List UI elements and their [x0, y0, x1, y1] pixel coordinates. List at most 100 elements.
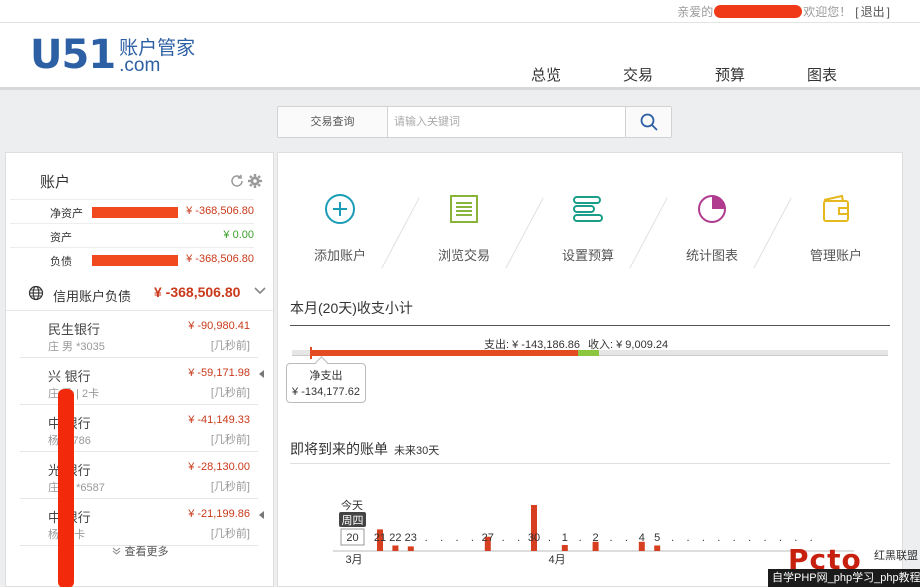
day-tick-label: . [609, 532, 612, 544]
account-amount: ¥ -21,199.86 [188, 508, 250, 520]
day-tick-label: . [686, 532, 689, 544]
bill-bar [654, 545, 661, 551]
day-tick-label: 30 [528, 532, 540, 544]
day-tick-label: . [748, 532, 751, 544]
page-body: 交易查询 账户 [0, 90, 920, 587]
credit-label: 信用账户负债 [53, 289, 132, 304]
day-tick-label: 4 [639, 532, 645, 544]
account-item[interactable]: 中 银行 杨 *2786 ¥ -41,149.33 [几秒前] [20, 405, 258, 452]
monthly-summary-title: 本月(20天)收支小计 [290, 300, 413, 316]
watermark-strip: 自学PHP网_php学习_php教程 [768, 569, 920, 587]
pie-chart-icon [698, 195, 726, 223]
search-bar: 交易查询 [277, 106, 672, 138]
bank-name: 兴 银行 [48, 369, 91, 384]
day-tick-label: 27 [482, 532, 494, 544]
month-label: 4月 [549, 554, 566, 566]
net-expense-label: 净支出 [309, 370, 343, 382]
summary-value: ¥ -368,506.80 [186, 205, 254, 217]
logo-brand: U51 [30, 32, 116, 78]
credit-amount: ¥ -368,506.80 [154, 284, 241, 300]
day-tick-label: . [502, 532, 505, 544]
day-tick-label: . [455, 532, 458, 544]
action-label: 管理账户 [809, 248, 862, 263]
list-icon [450, 195, 478, 223]
summary-label: 负债 [50, 256, 72, 268]
expand-arrow-icon[interactable] [259, 370, 264, 378]
upcoming-bills-title: 即将到来的账单 未来30天 [290, 439, 439, 459]
today-weekday: 周四 [342, 514, 364, 527]
account-item[interactable]: 光 银行 庄 勇 *6587 ¥ -28,130.00 [几秒前] [20, 452, 258, 499]
section-divider [290, 463, 890, 464]
accounts-tools [229, 173, 263, 189]
greeting-suffix: 欢迎您！ [803, 5, 852, 19]
day-tick-label: . [702, 532, 705, 544]
greeting-prefix: 亲爱的 [677, 5, 714, 19]
logo-domain: .com [119, 55, 161, 76]
accounts-title: 账户 [40, 174, 71, 191]
balance-track [292, 347, 888, 359]
day-tick-label: 22 [389, 532, 401, 544]
redacted-username [714, 5, 803, 18]
account-item[interactable]: 兴 银行 庄 勇 | 2卡 ¥ -59,171.98 [几秒前] [20, 358, 264, 405]
user-greeting: 亲爱的 欢迎您！ [退出] [677, 3, 890, 20]
watermark: Pcto 红黑联盟 自学PHP网_php学习_php教程 [768, 543, 920, 587]
search-icon [640, 113, 657, 131]
day-tick-label: . [517, 532, 520, 544]
summary-value: ¥ 0.00 [223, 229, 254, 241]
day-tick-label: . [763, 532, 766, 544]
summary-value: ¥ -368,506.80 [186, 253, 254, 265]
search-type-selector[interactable]: 交易查询 [278, 107, 388, 137]
account-updated: [几秒前] [210, 528, 250, 540]
search-button[interactable] [625, 107, 671, 137]
account-owner: 庄 男 *3035 [48, 341, 105, 353]
bill-bar [392, 545, 399, 551]
bill-bar [531, 505, 537, 551]
section-divider [290, 325, 890, 326]
day-tick-label: . [579, 532, 582, 544]
bill-bar [561, 545, 568, 551]
redacted-bar [92, 207, 178, 218]
logout-label: 退出 [860, 5, 885, 19]
manage-accounts-action[interactable]: 管理账户 [753, 189, 898, 279]
account-amount: ¥ -59,171.98 [188, 367, 250, 379]
net-marker [310, 347, 312, 359]
bank-name: 民生银行 [48, 322, 101, 337]
account-updated: [几秒前] [210, 340, 250, 352]
day-tick-label: 1 [562, 532, 568, 544]
account-item[interactable]: 民生银行 庄 男 *3035 ¥ -90,980.41 [几秒前] [20, 311, 258, 358]
header: U51 账户管家 .com 总览 交易 预算 图表 [0, 22, 920, 92]
redacted-bar [92, 255, 178, 266]
plus-circle-icon [325, 194, 355, 224]
day-tick-label: 21 [374, 532, 386, 544]
wallet-icon [823, 194, 849, 222]
gear-icon[interactable] [247, 173, 263, 189]
chevron-down-icon[interactable] [253, 286, 267, 296]
account-updated: [几秒前] [210, 387, 250, 399]
account-item[interactable]: 中 银行 杨 | 2卡 ¥ -21,199.86 [几秒前] [20, 499, 264, 546]
account-list: 民生银行 庄 男 *3035 ¥ -90,980.41 [几秒前] 兴 银行 庄… [20, 311, 264, 546]
top-bar: 亲爱的 欢迎您！ [退出] [0, 0, 920, 22]
expand-arrow-icon[interactable] [259, 511, 264, 519]
day-tick-label: . [471, 532, 474, 544]
logout-link[interactable]: [退出] [855, 3, 890, 20]
summary-row-liabilities: 负债 ¥ -368,506.80 [10, 247, 254, 271]
day-tick-label: . [625, 532, 628, 544]
summary-row-net: 净资产 ¥ -368,506.80 [10, 199, 254, 223]
site-logo[interactable]: U51 账户管家 .com [30, 35, 195, 75]
watermark-name: 红黑联盟 [874, 550, 918, 562]
net-expense-tooltip: 净支出 ¥ -134,177.62 [286, 363, 366, 403]
summary-row-assets: 资产 ¥ 0.00 [10, 223, 254, 247]
bills-title-text: 即将到来的账单 [290, 441, 388, 457]
day-tick-label: 2 [593, 532, 599, 544]
credit-liability-header[interactable]: 信用账户负债 ¥ -368,506.80 [6, 275, 275, 311]
account-updated: [几秒前] [210, 434, 250, 446]
bill-bar [407, 546, 414, 551]
net-expense-value: ¥ -134,177.62 [292, 386, 360, 398]
day-tick-label: . [440, 532, 443, 544]
search-input[interactable] [388, 107, 625, 137]
summary-label: 净资产 [50, 208, 83, 220]
view-more-label: 查看更多 [124, 546, 169, 558]
refresh-icon[interactable] [229, 173, 245, 189]
expense-bar [310, 350, 579, 356]
view-more-link[interactable]: 查看更多 [6, 543, 275, 559]
